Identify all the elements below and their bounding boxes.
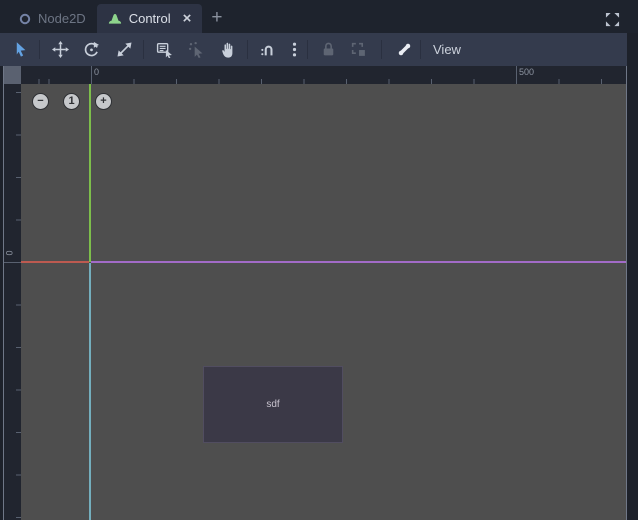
- canvas-button-label: sdf: [266, 399, 280, 410]
- scale-tool-button[interactable]: [112, 37, 137, 62]
- snap-options-icon: [292, 42, 297, 57]
- ruler-label-0: 0: [94, 67, 100, 77]
- canvas-area[interactable]: − 1 + sdf: [21, 84, 626, 520]
- node2d-icon: [19, 13, 31, 24]
- tab-node2d[interactable]: Node2D: [8, 4, 97, 33]
- pan-tool-button[interactable]: [215, 37, 240, 62]
- snap-options-button[interactable]: [285, 37, 304, 62]
- lock-icon: [323, 42, 334, 56]
- zoom-in-icon: +: [100, 95, 107, 107]
- ruler-major-tick: [516, 66, 517, 84]
- toolbar-separator: [143, 40, 144, 59]
- control-icon: [108, 13, 121, 24]
- viewport-left-edge-line: [89, 263, 91, 520]
- list-select-tool-button[interactable]: [152, 37, 177, 62]
- ungroup-icon: [351, 42, 365, 56]
- ruler-label-500: 500: [519, 67, 535, 77]
- tab-control[interactable]: Control ×: [96, 4, 203, 33]
- y-axis-line: [89, 84, 91, 262]
- toolbar-separator: [307, 40, 308, 59]
- rotate-tool-icon: [84, 41, 99, 57]
- rotate-tool-button[interactable]: [79, 37, 104, 62]
- horizontal-ruler[interactable]: 0 500: [21, 66, 626, 84]
- toolbar-separator: [247, 40, 248, 59]
- vertical-ruler[interactable]: 0: [4, 84, 21, 520]
- tab-label: Node2D: [38, 11, 86, 26]
- zoom-in-button[interactable]: +: [95, 93, 112, 110]
- pan-tool-icon: [222, 42, 233, 58]
- ruler-major-tick: [91, 66, 92, 84]
- lock-button[interactable]: [316, 37, 341, 62]
- canvas-toolbar: View: [0, 33, 627, 66]
- view-menu-label: View: [433, 42, 461, 57]
- toolbar-separator: [39, 40, 40, 59]
- scene-tab-bar: Node2D Control × +: [0, 0, 638, 33]
- tab-label: Control: [128, 11, 171, 26]
- skeleton-tool-button[interactable]: [392, 37, 417, 62]
- expand-icon: [605, 12, 619, 26]
- select-subnodes-icon: [188, 41, 203, 58]
- select-tool-button[interactable]: [8, 37, 33, 62]
- add-scene-tab-button[interactable]: +: [202, 8, 231, 33]
- zoom-out-icon: −: [37, 95, 44, 107]
- skeleton-bone-icon: [398, 43, 411, 56]
- ruler-corner: [4, 66, 21, 84]
- snap-tool-icon: [261, 45, 273, 56]
- select-tool-icon: [16, 42, 26, 57]
- toolbar-separator: [381, 40, 382, 59]
- snap-tool-button[interactable]: [256, 37, 281, 62]
- x-axis-line: [21, 261, 89, 263]
- list-select-tool-icon: [156, 42, 172, 58]
- move-tool-button[interactable]: [48, 37, 73, 62]
- ruler-major-tick: [4, 262, 21, 263]
- expand-button[interactable]: [602, 9, 622, 29]
- zoom-reset-icon: 1: [68, 95, 75, 107]
- move-tool-icon: [52, 41, 69, 58]
- ruler-label-0-vertical: 0: [4, 250, 15, 256]
- select-subnodes-button[interactable]: [184, 37, 209, 62]
- toolbar-separator: [420, 40, 421, 59]
- canvas-button-sdf[interactable]: sdf: [203, 366, 343, 443]
- zoom-out-button[interactable]: −: [32, 93, 49, 110]
- ungroup-button[interactable]: [346, 37, 371, 62]
- scale-tool-icon: [117, 42, 132, 57]
- godot-2d-editor: Node2D Control × + View 0 500 0 − 1 + sd…: [0, 0, 638, 520]
- 2d-viewport: 0 500 0 − 1 + sdf: [3, 66, 627, 520]
- zoom-reset-button[interactable]: 1: [63, 93, 80, 110]
- view-menu-button[interactable]: View: [424, 33, 470, 66]
- viewport-top-edge-line: [91, 261, 626, 263]
- close-icon[interactable]: ×: [183, 11, 192, 26]
